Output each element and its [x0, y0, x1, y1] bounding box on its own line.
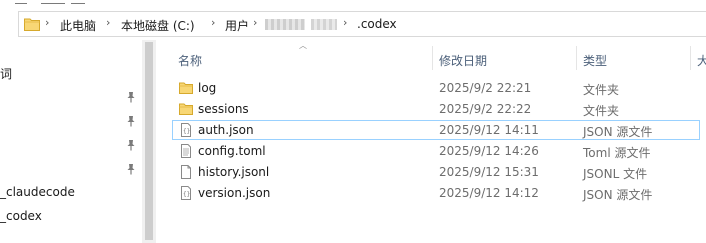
- file-name[interactable]: log: [198, 81, 216, 95]
- column-header-name[interactable]: 名称: [178, 52, 202, 69]
- file-list: ︿ 名称 修改日期 类型 大 log 2025/9/2 22:21 文件夹 se…: [156, 40, 706, 243]
- svg-text:{}: {}: [183, 128, 190, 135]
- file-type: JSON 源文件: [583, 125, 653, 139]
- nav-item-codex[interactable]: _codex: [0, 209, 42, 223]
- file-type: JSON 源文件: [583, 188, 653, 202]
- breadcrumb-local-disk[interactable]: 本地磁盘 (C:): [121, 17, 195, 34]
- pin-icon[interactable]: [126, 91, 136, 103]
- column-header-size[interactable]: 大: [697, 52, 706, 69]
- file-row[interactable]: log 2025/9/2 22:21 文件夹: [172, 78, 700, 98]
- pin-icon[interactable]: [126, 139, 136, 151]
- file-row[interactable]: {} version.json 2025/9/12 14:12 JSON 源文件: [172, 183, 700, 203]
- column-header-type[interactable]: 类型: [583, 52, 607, 69]
- breadcrumb-username-redacted[interactable]: [311, 19, 337, 30]
- file-date: 2025/9/12 14:12: [439, 186, 539, 200]
- chevron-right-icon[interactable]: ›: [106, 16, 110, 29]
- file-name[interactable]: sessions: [198, 102, 249, 116]
- file-date: 2025/9/2 22:21: [439, 81, 532, 95]
- json-file-icon: {}: [181, 123, 191, 137]
- file-row[interactable]: config.toml 2025/9/12 14:26 Toml 源文件: [172, 141, 700, 161]
- file-date: 2025/9/12 15:31: [439, 165, 539, 179]
- breadcrumb-users[interactable]: 用户: [225, 17, 249, 34]
- text-file-icon: [181, 144, 191, 158]
- column-divider[interactable]: [432, 46, 433, 70]
- pin-icon[interactable]: [126, 163, 136, 175]
- json-file-icon: {}: [181, 186, 191, 200]
- nav-item[interactable]: 词: [0, 65, 12, 82]
- sort-up-icon: ︿: [299, 41, 307, 50]
- blank-file-icon: [181, 165, 191, 179]
- file-name[interactable]: version.json: [198, 186, 270, 200]
- breadcrumb-username-redacted[interactable]: [265, 19, 305, 30]
- title-fragment: [15, 0, 27, 4]
- file-row-selected[interactable]: {} auth.json 2025/9/12 14:11 JSON 源文件: [172, 120, 700, 140]
- address-bar[interactable]: › 此电脑 › 本地磁盘 (C:) › 用户 › › .codex: [18, 11, 706, 37]
- scrollbar-thumb[interactable]: [145, 42, 153, 240]
- folder-icon: [24, 18, 40, 31]
- breadcrumb-codex[interactable]: .codex: [357, 17, 397, 31]
- file-date: 2025/9/12 14:26: [439, 144, 539, 158]
- breadcrumb-this-pc[interactable]: 此电脑: [60, 17, 96, 34]
- folder-icon: [179, 82, 193, 94]
- svg-text:{}: {}: [183, 191, 190, 198]
- navigation-pane: 词 _claudecode _codex: [0, 40, 142, 243]
- file-date: 2025/9/12 14:11: [439, 123, 539, 137]
- chevron-right-icon[interactable]: ›: [211, 16, 215, 29]
- folder-icon: [179, 103, 193, 115]
- column-divider[interactable]: [690, 46, 691, 70]
- nav-item-claudecode[interactable]: _claudecode: [0, 185, 75, 199]
- file-name[interactable]: config.toml: [198, 144, 266, 158]
- chevron-right-icon[interactable]: ›: [253, 16, 257, 29]
- file-type: 文件夹: [583, 83, 620, 97]
- file-name[interactable]: auth.json: [198, 123, 254, 137]
- title-bar-remnant: [0, 0, 706, 8]
- column-divider[interactable]: [576, 46, 577, 70]
- file-type: Toml 源文件: [583, 146, 651, 160]
- file-date: 2025/9/2 22:22: [439, 102, 532, 116]
- title-fragment: [71, 0, 85, 4]
- pin-icon[interactable]: [126, 115, 136, 127]
- nav-scrollbar[interactable]: [142, 40, 156, 243]
- file-row[interactable]: sessions 2025/9/2 22:22 文件夹: [172, 99, 700, 119]
- column-header-date[interactable]: 修改日期: [439, 52, 487, 69]
- file-row[interactable]: history.jsonl 2025/9/12 15:31 JSONL 文件: [172, 162, 700, 182]
- chevron-right-icon[interactable]: ›: [343, 16, 347, 29]
- file-type: JSONL 文件: [583, 167, 648, 181]
- chevron-right-icon[interactable]: ›: [45, 16, 49, 29]
- title-fragment: [41, 0, 65, 4]
- file-type: 文件夹: [583, 104, 620, 118]
- file-name[interactable]: history.jsonl: [198, 165, 269, 179]
